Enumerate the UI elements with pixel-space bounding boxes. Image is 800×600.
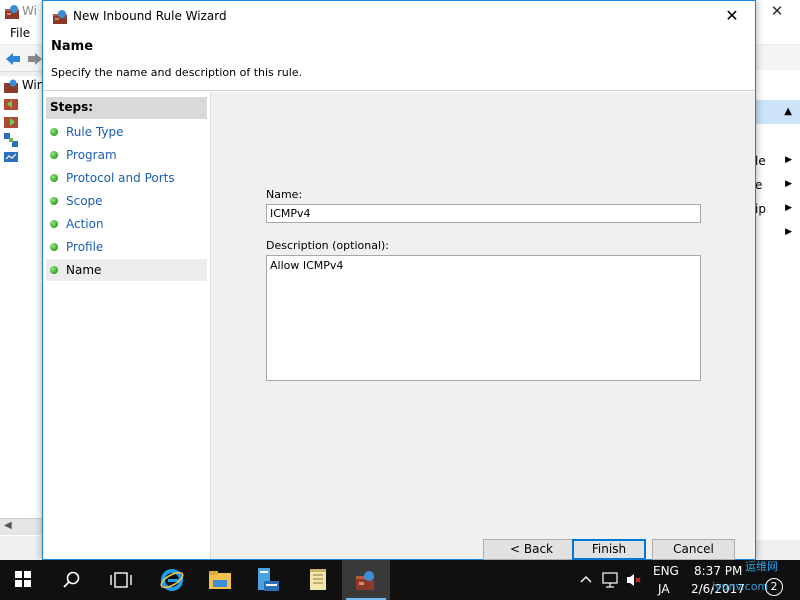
back-button[interactable]: < Back [483, 539, 580, 560]
step-action[interactable]: Action [46, 213, 207, 235]
tree-item-connection-security[interactable] [4, 132, 42, 148]
action-item-1-label: le [755, 154, 766, 168]
watermark-text: 运维网 [745, 560, 778, 573]
new-inbound-rule-wizard-dialog: New Inbound Rule Wizard ✕ Name Specify t… [42, 0, 756, 560]
actions-header[interactable]: ▲ [755, 100, 800, 124]
mmc-tree-pane: Win › ◀ [0, 76, 43, 536]
taskbar-notepad[interactable] [294, 560, 342, 600]
tree-item-outbound[interactable] [4, 114, 42, 130]
step-scope[interactable]: Scope [46, 190, 207, 212]
inbound-rules-icon [4, 98, 18, 110]
keyboard-indicator[interactable]: JA [658, 582, 670, 596]
description-textarea[interactable]: Allow ICMPv4 [266, 255, 701, 381]
steps-header: Steps: [46, 97, 207, 119]
action-item-3[interactable]: ip ▶ [755, 200, 800, 220]
name-input[interactable] [266, 204, 701, 223]
taskbar-internet-explorer[interactable] [148, 560, 196, 600]
finish-button[interactable]: Finish [572, 539, 646, 560]
step-label: Scope [66, 194, 103, 208]
steps-panel: Steps: Rule Type Program Protocol and Po… [43, 92, 210, 559]
action-item-3-label: ip [755, 202, 766, 216]
network-icon[interactable] [602, 572, 620, 588]
chevron-right-icon: ▶ [785, 155, 792, 165]
step-complete-icon [50, 243, 58, 251]
taskbar-server-manager[interactable] [244, 560, 292, 600]
step-current-icon [50, 266, 58, 274]
cancel-button[interactable]: Cancel [652, 539, 735, 560]
step-profile[interactable]: Profile [46, 236, 207, 258]
volume-muted-icon[interactable] [625, 572, 643, 588]
search-button[interactable] [48, 560, 96, 600]
taskbar: ENG JA 8:37 PM 2/6/2017 [0, 560, 800, 600]
chevron-right-icon: ▶ [785, 227, 792, 237]
watermark-url: iyunv.com [712, 580, 769, 593]
notification-badge[interactable]: 2 [765, 578, 783, 596]
step-complete-icon [50, 151, 58, 159]
step-protocol-and-ports[interactable]: Protocol and Ports [46, 167, 207, 189]
tree-item-inbound[interactable] [4, 96, 42, 112]
menu-file[interactable]: File [10, 26, 30, 40]
step-complete-icon [50, 220, 58, 228]
action-item-1[interactable]: le ▶ [755, 152, 800, 172]
firewall-icon [356, 571, 374, 590]
step-rule-type[interactable]: Rule Type [46, 121, 207, 143]
tree-item-root[interactable]: Win [4, 78, 42, 94]
chevron-right-icon[interactable]: › [8, 152, 12, 165]
step-label: Profile [66, 240, 104, 254]
outbound-rules-icon [4, 116, 18, 128]
task-view-button[interactable] [96, 560, 144, 600]
step-label: Action [66, 217, 104, 231]
start-icon [15, 571, 31, 587]
chevron-up-icon[interactable] [579, 572, 593, 586]
firewall-icon [5, 5, 19, 19]
content-pane: Name: Description (optional): Allow ICMP… [210, 92, 755, 560]
clock-time[interactable]: 8:37 PM [694, 564, 742, 578]
server-manager-icon [258, 568, 279, 591]
connection-security-icon [4, 132, 18, 147]
notepad-icon [310, 569, 326, 590]
firewall-icon [4, 79, 18, 93]
internet-explorer-icon [160, 569, 184, 591]
tree-item-root-label: Win [21, 78, 42, 92]
step-complete-icon [50, 197, 58, 205]
page-title: Name [51, 39, 94, 54]
action-item-2[interactable]: e ▶ [755, 176, 800, 196]
step-complete-icon [50, 174, 58, 182]
mmc-title: Wi [22, 4, 37, 18]
back-arrow-icon[interactable] [4, 50, 22, 68]
taskbar-firewall[interactable] [342, 560, 390, 600]
dialog-header: Name Specify the name and description of… [43, 31, 755, 91]
firewall-icon [53, 10, 67, 24]
chevron-right-icon: ▶ [785, 179, 792, 189]
mmc-actions-pane: ▲ le ▶ e ▶ ip ▶ ▶ [755, 70, 800, 540]
step-label: Program [66, 148, 117, 162]
page-subtitle: Specify the name and description of this… [51, 66, 303, 79]
task-view-icon [110, 572, 132, 588]
taskbar-file-explorer[interactable] [196, 560, 244, 600]
close-icon[interactable]: ✕ [709, 1, 755, 31]
step-program[interactable]: Program [46, 144, 207, 166]
collapse-up-icon: ▲ [784, 106, 792, 117]
start-button[interactable] [0, 560, 48, 600]
action-item-4[interactable]: ▶ [755, 224, 800, 244]
search-icon [63, 571, 80, 588]
action-item-2-label: e [755, 178, 763, 192]
mmc-close-icon[interactable]: ✕ [754, 0, 800, 24]
step-label: Name [66, 263, 102, 277]
step-label: Rule Type [66, 125, 124, 139]
dialog-titlebar[interactable]: New Inbound Rule Wizard ✕ [43, 1, 755, 31]
file-explorer-icon [209, 571, 231, 589]
step-name[interactable]: Name [46, 259, 207, 281]
name-label: Name: [266, 188, 303, 201]
language-indicator[interactable]: ENG [653, 564, 679, 578]
step-complete-icon [50, 128, 58, 136]
dialog-title: New Inbound Rule Wizard [73, 9, 227, 23]
description-label: Description (optional): [266, 239, 390, 252]
horizontal-scrollbar[interactable]: ◀ [0, 518, 43, 535]
step-label: Protocol and Ports [66, 171, 175, 185]
chevron-right-icon: ▶ [785, 203, 792, 213]
scroll-left-icon[interactable]: ◀ [4, 520, 12, 531]
